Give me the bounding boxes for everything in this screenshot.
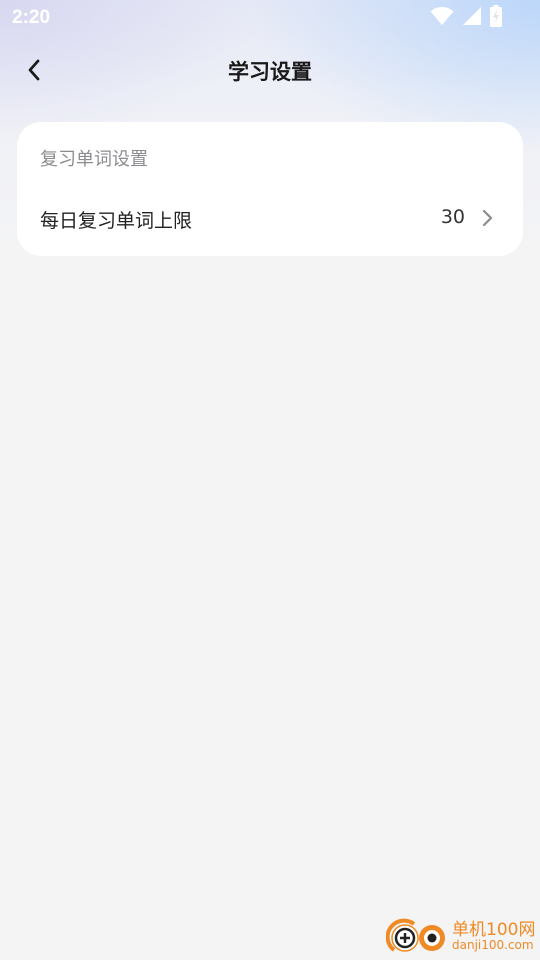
watermark-brand: 单机100网 <box>452 920 536 940</box>
page-title: 学习设置 <box>228 60 312 84</box>
setting-value: 30 <box>440 206 465 228</box>
watermark: 单机100网 danji100.com <box>386 914 536 958</box>
chevron-right-icon <box>482 209 493 227</box>
setting-label: 每日复习单词上限 <box>40 210 193 232</box>
status-bar: 2:20 <box>0 0 540 36</box>
status-time: 2:20 <box>12 7 51 28</box>
battery-charging-icon <box>490 5 502 31</box>
navigation-bar: 学习设置 <box>0 44 540 100</box>
section-title: 复习单词设置 <box>40 149 148 170</box>
daily-review-limit-row[interactable]: 每日复习单词上限 30 <box>17 192 523 244</box>
watermark-domain: danji100.com <box>452 938 534 952</box>
signal-icon <box>462 6 482 30</box>
watermark-logo <box>386 918 445 952</box>
review-settings-card: 复习单词设置 每日复习单词上限 30 <box>17 122 523 256</box>
wifi-icon <box>430 6 454 30</box>
status-icons <box>430 5 502 31</box>
